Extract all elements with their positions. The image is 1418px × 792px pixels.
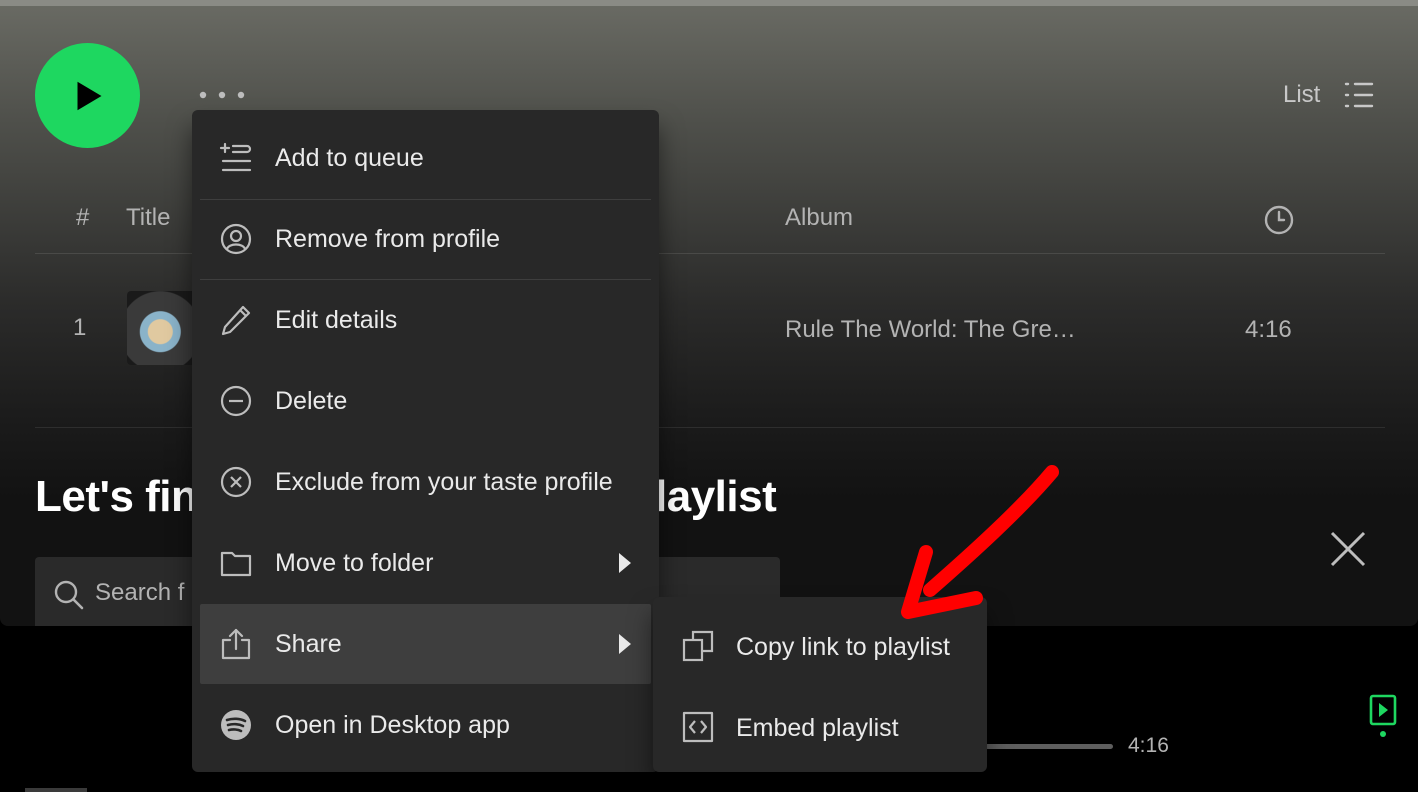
playlist-context-menu: Add to queue Remove from profile Edit de… <box>192 110 659 772</box>
submenu-item-label: Embed playlist <box>736 714 899 742</box>
search-icon <box>54 580 84 610</box>
menu-item-label: Delete <box>275 386 348 415</box>
close-icon <box>1330 531 1366 567</box>
share-icon <box>221 628 251 660</box>
track-duration: 4:16 <box>1245 316 1292 343</box>
copy-icon <box>682 630 714 662</box>
column-header-index: # <box>76 204 90 231</box>
menu-item-share[interactable]: Share <box>200 604 651 684</box>
play-icon <box>77 81 101 110</box>
now-playing-view-icon <box>1369 694 1397 737</box>
recommend-section-title: Let's fin laylist <box>35 472 777 522</box>
column-header-title[interactable]: Title <box>126 204 170 232</box>
view-toggle[interactable]: List <box>1283 78 1374 112</box>
menu-item-open-desktop-app[interactable]: Open in Desktop app <box>200 685 651 765</box>
play-button[interactable] <box>35 43 140 148</box>
bottom-strip <box>25 788 87 792</box>
top-edge <box>0 0 1418 6</box>
recommend-title-right: laylist <box>655 472 777 521</box>
menu-item-label: Add to queue <box>275 143 424 172</box>
more-options-button[interactable] <box>196 82 248 108</box>
chevron-right-icon <box>619 634 631 654</box>
spotify-logo-icon <box>221 710 251 740</box>
menu-item-label: Remove from profile <box>275 224 501 253</box>
chevron-right-icon <box>619 553 631 573</box>
album-cover-image <box>127 291 201 365</box>
user-circle-icon <box>220 223 252 255</box>
menu-item-label: Open in Desktop app <box>275 710 510 739</box>
add-to-queue-icon <box>219 142 252 172</box>
player-duration: 4:16 <box>1128 734 1169 757</box>
menu-item-move-to-folder[interactable]: Move to folder <box>200 523 651 603</box>
recommend-title-left: Let's fin <box>35 472 198 521</box>
annotation-arrow-icon <box>901 465 1059 619</box>
embed-code-icon <box>682 711 714 743</box>
view-toggle-label: List <box>1283 81 1321 108</box>
menu-item-add-to-queue[interactable]: Add to queue <box>200 118 651 198</box>
clock-icon <box>1264 205 1294 235</box>
menu-item-label: Move to folder <box>275 548 434 577</box>
menu-item-remove-from-profile[interactable]: Remove from profile <box>200 199 651 279</box>
search-placeholder: Search f <box>95 579 185 606</box>
list-icon <box>1345 82 1374 108</box>
playback-progress-bar[interactable] <box>985 744 1113 749</box>
track-album[interactable]: Rule The World: The Gre… <box>785 316 1076 344</box>
column-header-album[interactable]: Album <box>785 204 853 232</box>
menu-item-label: Edit details <box>275 305 398 334</box>
x-circle-icon <box>220 466 252 498</box>
pencil-icon <box>221 305 251 336</box>
menu-item-edit-details[interactable]: Edit details <box>200 280 651 360</box>
menu-item-label: Exclude from your taste profile <box>275 467 613 496</box>
column-header-duration <box>1263 204 1295 243</box>
minus-circle-icon <box>220 385 252 417</box>
folder-icon <box>220 551 252 577</box>
now-playing-view-button[interactable] <box>1368 694 1398 740</box>
close-button[interactable] <box>1326 527 1370 571</box>
submenu-item-embed[interactable]: Embed playlist <box>657 684 983 764</box>
track-index: 1 <box>73 314 87 341</box>
menu-item-label: Share <box>275 629 342 658</box>
menu-item-delete[interactable]: Delete <box>200 361 651 441</box>
more-horizontal-icon <box>199 91 245 99</box>
submenu-item-label: Copy link to playlist <box>736 633 950 661</box>
menu-item-exclude-taste-profile[interactable]: Exclude from your taste profile <box>200 442 651 522</box>
